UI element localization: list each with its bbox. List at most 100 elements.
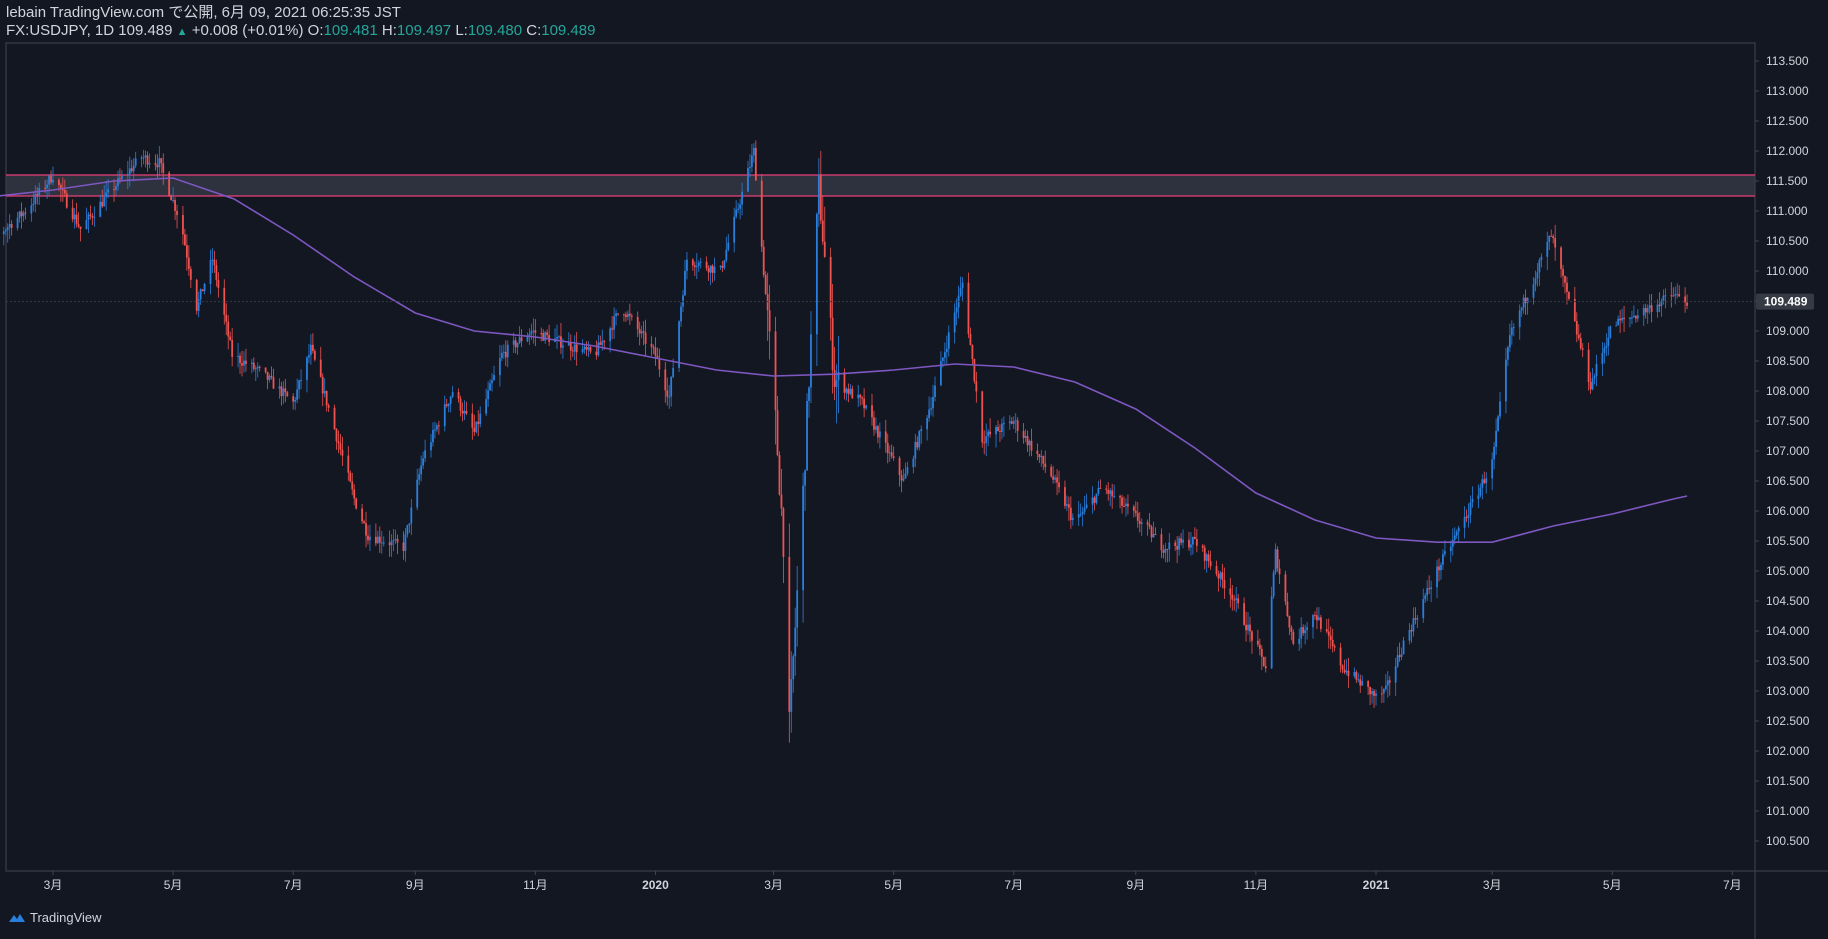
candle-body — [254, 368, 257, 370]
candle — [678, 320, 680, 372]
candle-body — [451, 392, 454, 397]
candle — [327, 403, 330, 413]
candle-body — [1534, 278, 1537, 285]
candle-body — [760, 180, 763, 247]
candle — [1479, 483, 1482, 498]
candle-body — [691, 259, 694, 266]
candle-body — [1304, 630, 1307, 634]
candle-body — [1166, 548, 1169, 550]
candle-body — [245, 360, 247, 365]
candle — [479, 406, 482, 428]
candle — [436, 423, 438, 433]
candle — [1408, 623, 1411, 645]
candle-body — [1656, 304, 1659, 312]
candle — [693, 261, 696, 276]
candle — [335, 427, 338, 450]
candle — [1056, 469, 1058, 496]
candle-body — [1497, 416, 1499, 431]
candle-body — [1319, 617, 1322, 630]
candle — [237, 343, 239, 368]
candle-body — [898, 458, 901, 476]
candle — [989, 418, 992, 438]
candle-body — [1192, 536, 1194, 545]
candle-body — [1138, 520, 1141, 524]
candle-body — [93, 216, 96, 218]
candle-body — [61, 189, 64, 191]
candle-body — [471, 413, 474, 428]
candle-body — [306, 357, 308, 381]
candle-body — [934, 385, 936, 397]
candle — [1042, 455, 1045, 470]
candle — [534, 319, 537, 347]
candle — [1093, 495, 1096, 511]
candle — [1325, 618, 1328, 634]
candle — [723, 259, 726, 270]
candle — [1469, 495, 1472, 524]
candle-body — [8, 224, 11, 228]
candle — [1455, 529, 1458, 539]
candle — [463, 400, 466, 421]
candle — [229, 331, 232, 341]
candle-body — [211, 259, 214, 261]
candle — [1650, 293, 1653, 323]
candle-body — [928, 409, 930, 419]
candle — [684, 259, 686, 296]
candle-body — [1345, 670, 1348, 673]
candle — [640, 325, 643, 339]
candle-body — [1152, 534, 1155, 538]
candle — [943, 342, 946, 365]
candle — [945, 335, 948, 365]
candle-body — [176, 210, 178, 216]
candle — [865, 404, 867, 411]
candle — [1609, 325, 1612, 340]
candle-body — [296, 389, 299, 400]
candle-body — [567, 342, 570, 346]
candle-body — [668, 396, 671, 398]
candle-body — [1292, 631, 1295, 644]
candle — [709, 265, 712, 286]
candle-body — [201, 289, 204, 292]
candle-body — [101, 201, 104, 207]
candle-body — [443, 404, 446, 427]
candle-body — [623, 314, 625, 316]
candle-body — [256, 366, 259, 369]
candle — [997, 420, 999, 432]
candle — [1162, 544, 1165, 559]
candle — [148, 153, 151, 169]
candle — [1066, 495, 1068, 511]
candle — [252, 357, 255, 372]
y-tick-label: 102.000 — [1766, 744, 1810, 758]
last-price: 109.489 — [118, 22, 173, 39]
candle — [323, 378, 326, 398]
candle-body — [1008, 421, 1011, 424]
price-chart[interactable]: 100.500 101.000 101.500 102.000 102.500 103.0… — [0, 0, 1828, 939]
candle — [1272, 569, 1275, 599]
candle — [447, 403, 450, 413]
brand-logo[interactable]: TradingView — [8, 910, 102, 925]
candle — [187, 245, 190, 276]
candle — [955, 298, 958, 326]
candle-body — [1381, 693, 1383, 695]
candle — [160, 157, 163, 174]
candle-body — [394, 538, 397, 540]
candle-body — [392, 539, 395, 541]
candle — [319, 346, 322, 378]
candle — [1193, 527, 1196, 540]
candle — [1010, 417, 1013, 425]
candle-body — [99, 201, 102, 217]
candle-body — [2, 231, 5, 235]
candle — [1471, 486, 1474, 508]
candle-body — [1333, 646, 1336, 648]
candle — [1258, 638, 1261, 656]
candle-body — [323, 390, 326, 394]
candle-body — [1132, 506, 1135, 511]
candle-body — [34, 193, 37, 204]
candle — [1384, 674, 1387, 692]
candle — [1353, 667, 1356, 679]
candle-body — [583, 346, 586, 350]
candle-body — [308, 354, 310, 358]
candle-body — [609, 328, 612, 342]
candle — [1079, 503, 1082, 517]
candle — [298, 379, 300, 399]
candle — [782, 506, 785, 584]
